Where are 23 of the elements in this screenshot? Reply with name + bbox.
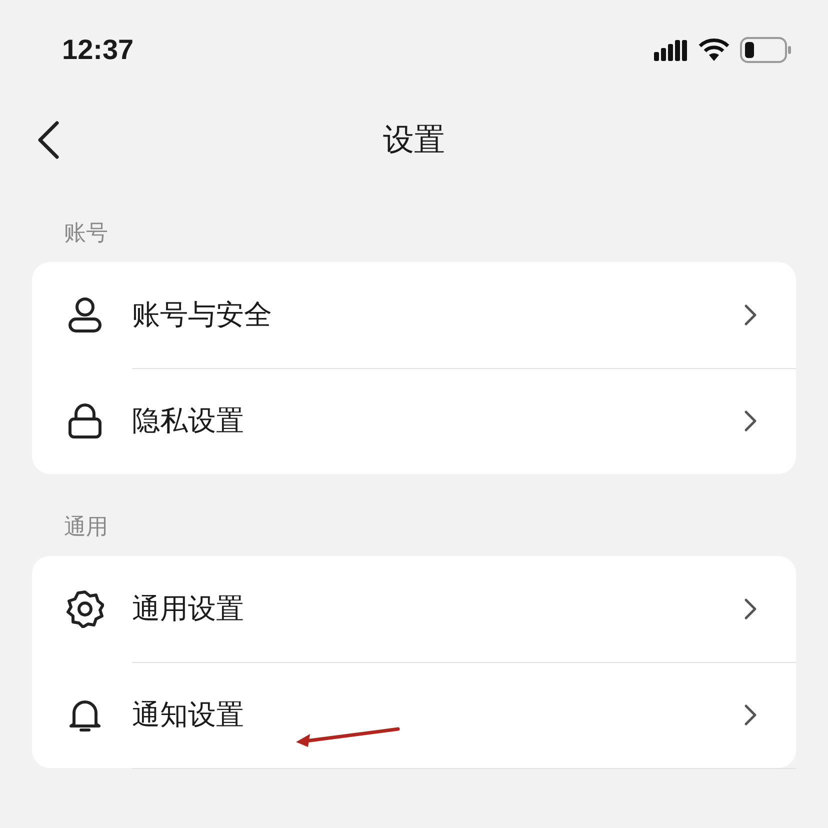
row-label: 账号与安全 <box>132 296 272 332</box>
chevron-icon <box>744 410 758 432</box>
row-label: 通用设置 <box>132 590 244 626</box>
signal-icon <box>654 39 688 61</box>
settings-icon <box>66 590 104 628</box>
settings-row[interactable]: 通用设置 <box>32 556 796 662</box>
person-icon <box>66 297 104 333</box>
row-label: 通知设置 <box>132 696 244 732</box>
chevron-icon <box>744 304 758 326</box>
page-title: 设置 <box>383 121 445 160</box>
row-label: 隐私设置 <box>132 403 244 439</box>
chevron-icon <box>744 704 758 726</box>
chevron-icon <box>744 598 758 620</box>
back-icon[interactable] <box>36 121 60 159</box>
settings-row[interactable]: 通知设置 <box>32 662 796 768</box>
battery-icon <box>740 37 792 63</box>
section-label: 通用 <box>63 514 109 542</box>
status-time: 12:37 <box>62 34 134 66</box>
settings-row[interactable]: 账号与安全 <box>32 262 796 368</box>
wifi-icon <box>698 38 730 62</box>
settings-row[interactable]: 隐私设置 <box>32 368 796 474</box>
section-label: 账号 <box>63 220 109 248</box>
lock-icon <box>66 403 104 439</box>
